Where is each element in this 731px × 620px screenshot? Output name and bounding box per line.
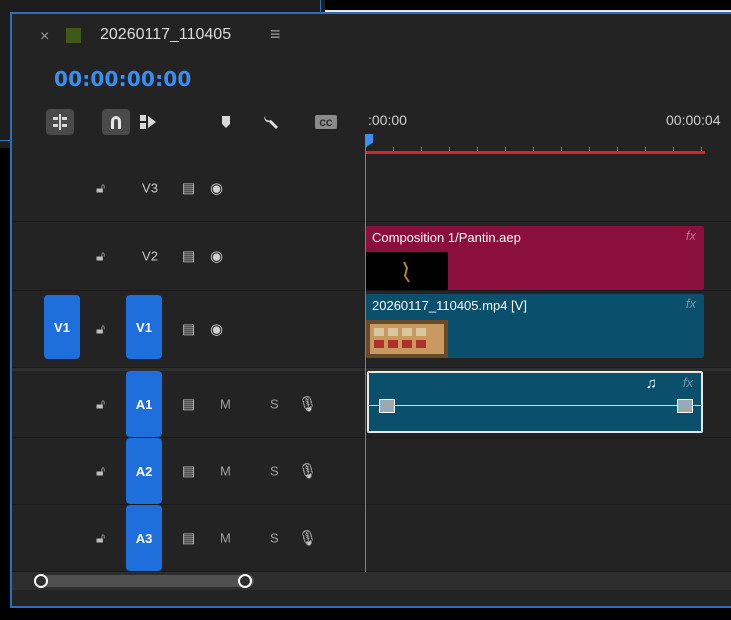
tab-menu-icon[interactable]: ≡ bbox=[270, 24, 281, 45]
track-header-v1: V1 🔓︎ V1 ▤ ◉ bbox=[12, 291, 364, 367]
track-target-v1[interactable]: V1 bbox=[126, 295, 162, 359]
clip-thumbnail bbox=[366, 252, 448, 290]
track-a3: 🔓︎ A3 ▤ M S 🎙︎ bbox=[12, 505, 731, 572]
settings-wrench-icon[interactable] bbox=[258, 109, 286, 135]
playhead-line bbox=[365, 142, 366, 574]
scrollbar-right-handle[interactable] bbox=[238, 574, 252, 588]
microphone-icon[interactable]: 🎙︎ bbox=[298, 462, 317, 480]
track-area-v2[interactable]: Composition 1/Pantin.aep fx bbox=[366, 222, 731, 290]
timeline-tab-bar: × 20260117_110405 ≡ bbox=[12, 14, 731, 58]
time-ruler[interactable] bbox=[365, 138, 731, 154]
track-area-a3[interactable] bbox=[366, 505, 731, 571]
track-area-v1[interactable]: 20260117_110405.mp4 [V] fx bbox=[366, 291, 731, 367]
track-area-v3[interactable] bbox=[366, 154, 731, 221]
clip-title: 20260117_110405.mp4 [V] bbox=[372, 298, 527, 313]
playhead-timecode[interactable]: 00:00:00:00 bbox=[54, 67, 192, 91]
microphone-icon[interactable]: 🎙︎ bbox=[298, 395, 317, 413]
ruler-start-time: :00:00 bbox=[368, 112, 407, 128]
track-area-a2[interactable] bbox=[366, 438, 731, 504]
track-header-a2: 🔓︎ A2 ▤ M S 🎙︎ bbox=[12, 438, 364, 504]
mute-button[interactable]: M bbox=[220, 464, 231, 479]
track-a1: 🔓︎ A1 ▤ M S 🎙︎ ♫ fx bbox=[12, 371, 731, 438]
composition-clip[interactable]: Composition 1/Pantin.aep fx bbox=[366, 226, 704, 290]
snap-magnet-icon[interactable] bbox=[102, 109, 130, 135]
solo-button[interactable]: S bbox=[270, 531, 279, 546]
track-a2: 🔓︎ A2 ▤ M S 🎙︎ bbox=[12, 438, 731, 505]
track-v3: 🔓︎ V3 ▤ ◉ bbox=[12, 154, 731, 222]
add-marker-icon[interactable] bbox=[212, 109, 240, 135]
sync-lock-icon[interactable]: ▤ bbox=[182, 179, 195, 196]
lock-icon[interactable]: 🔓︎ bbox=[96, 396, 105, 413]
fx-badge[interactable]: fx bbox=[686, 296, 696, 311]
lock-icon[interactable]: 🔓︎ bbox=[96, 179, 105, 196]
track-v1: V1 🔓︎ V1 ▤ ◉ 20260117_110405.mp4 [V] fx bbox=[12, 291, 731, 368]
horizontal-zoom-scrollbar[interactable] bbox=[12, 572, 731, 590]
track-header-a3: 🔓︎ A3 ▤ M S 🎙︎ bbox=[12, 505, 364, 571]
solo-button[interactable]: S bbox=[270, 397, 279, 412]
source-patch-v1[interactable]: V1 bbox=[44, 295, 80, 359]
nest-snap-icon[interactable] bbox=[46, 109, 74, 135]
audio-note-icon: ♫ bbox=[645, 375, 657, 392]
track-header-v2: 🔓︎ V2 ▤ ◉ bbox=[12, 222, 364, 290]
track-label-v2[interactable]: V2 bbox=[132, 249, 168, 264]
close-tab-icon[interactable]: × bbox=[40, 28, 49, 46]
captions-icon[interactable]: CC bbox=[312, 109, 340, 135]
eye-icon[interactable]: ◉ bbox=[210, 179, 223, 197]
clip-thumbnail bbox=[366, 320, 448, 358]
lock-icon[interactable]: 🔓︎ bbox=[96, 321, 105, 338]
track-header-a1: 🔓︎ A1 ▤ M S 🎙︎ bbox=[12, 371, 364, 437]
fx-badge[interactable]: fx bbox=[683, 375, 693, 390]
linked-selection-icon[interactable] bbox=[134, 109, 162, 135]
track-label-v3[interactable]: V3 bbox=[132, 180, 168, 195]
eye-icon[interactable]: ◉ bbox=[210, 320, 223, 338]
track-target-a3[interactable]: A3 bbox=[126, 505, 162, 571]
audio-clip[interactable]: ♫ fx bbox=[367, 371, 703, 433]
track-header-v3: 🔓︎ V3 ▤ ◉ bbox=[12, 154, 364, 221]
sync-lock-icon[interactable]: ▤ bbox=[182, 463, 195, 480]
eye-icon[interactable]: ◉ bbox=[210, 247, 223, 265]
svg-text:CC: CC bbox=[320, 118, 333, 128]
sequence-color-swatch bbox=[66, 28, 81, 43]
keyframe-handle-end[interactable] bbox=[677, 399, 693, 413]
sync-lock-icon[interactable]: ▤ bbox=[182, 321, 195, 338]
keyframe-handle-start[interactable] bbox=[379, 399, 395, 413]
scrollbar-thumb[interactable] bbox=[42, 575, 254, 587]
sync-lock-icon[interactable]: ▤ bbox=[182, 396, 195, 413]
mute-button[interactable]: M bbox=[220, 397, 231, 412]
track-area-a1[interactable]: ♫ fx bbox=[366, 371, 731, 437]
lock-icon[interactable]: 🔓︎ bbox=[96, 463, 105, 480]
video-clip[interactable]: 20260117_110405.mp4 [V] fx bbox=[366, 294, 704, 358]
lock-icon[interactable]: 🔓︎ bbox=[96, 530, 105, 547]
sequence-tab-title[interactable]: 20260117_110405 bbox=[100, 26, 231, 44]
sync-lock-icon[interactable]: ▤ bbox=[182, 248, 195, 265]
track-target-a1[interactable]: A1 bbox=[126, 371, 162, 437]
mute-button[interactable]: M bbox=[220, 531, 231, 546]
track-v2: 🔓︎ V2 ▤ ◉ Composition 1/Pantin.aep fx bbox=[12, 222, 731, 291]
volume-rubber-band[interactable] bbox=[369, 405, 701, 406]
timeline-panel: × 20260117_110405 ≡ 00:00:00:00 CC :00:0… bbox=[10, 12, 731, 608]
scrollbar-left-handle[interactable] bbox=[34, 574, 48, 588]
sync-lock-icon[interactable]: ▤ bbox=[182, 530, 195, 547]
fx-badge[interactable]: fx bbox=[686, 228, 696, 243]
track-target-a2[interactable]: A2 bbox=[126, 438, 162, 504]
background-panel-border-vertical bbox=[320, 0, 321, 12]
clip-title: Composition 1/Pantin.aep bbox=[372, 230, 521, 245]
solo-button[interactable]: S bbox=[270, 464, 279, 479]
ruler-end-time: 00:00:04 bbox=[666, 112, 721, 128]
microphone-icon[interactable]: 🎙︎ bbox=[298, 529, 317, 547]
lock-icon[interactable]: 🔓︎ bbox=[96, 248, 105, 265]
